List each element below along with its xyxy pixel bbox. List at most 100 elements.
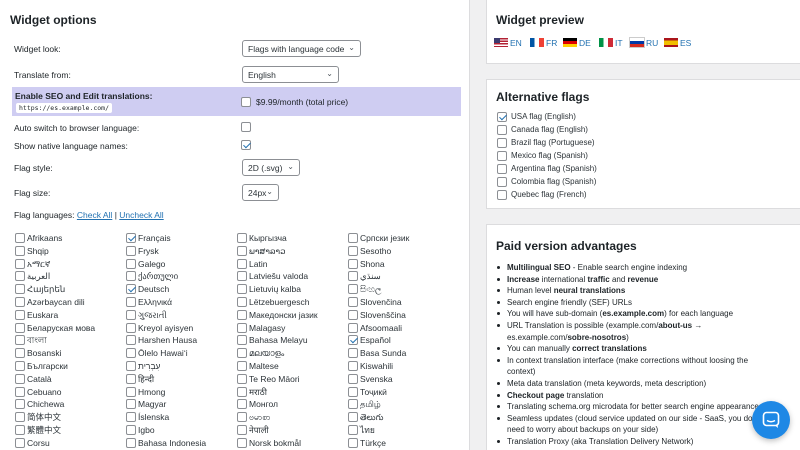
language-checkbox[interactable]: [126, 373, 136, 384]
language-checkbox[interactable]: [237, 386, 247, 397]
flag-size-select[interactable]: 24px ⌄: [242, 184, 279, 201]
language-checkbox[interactable]: [348, 284, 358, 295]
language-checkbox[interactable]: [15, 258, 25, 269]
language-checkbox[interactable]: [237, 271, 247, 282]
language-checkbox[interactable]: [237, 412, 247, 423]
alternative-flag-checkbox[interactable]: [497, 177, 507, 187]
preview-flag-en[interactable]: EN: [494, 38, 522, 48]
auto-switch-checkbox[interactable]: [241, 122, 251, 132]
alternative-flag-checkbox[interactable]: [497, 125, 507, 135]
language-checkbox[interactable]: [348, 373, 358, 384]
language-checkbox[interactable]: [15, 309, 25, 320]
alternative-flag-checkbox[interactable]: [497, 112, 507, 122]
alternative-flag-checkbox[interactable]: [497, 164, 507, 174]
language-checkbox[interactable]: [15, 335, 25, 346]
language-checkbox[interactable]: [348, 425, 358, 435]
language-checkbox[interactable]: [126, 297, 136, 307]
language-name: Norsk bokmål: [249, 437, 301, 448]
language-checkbox[interactable]: [237, 233, 247, 243]
language-checkbox[interactable]: [126, 412, 136, 423]
language-checkbox[interactable]: [237, 335, 247, 346]
language-checkbox[interactable]: [126, 284, 136, 295]
language-checkbox[interactable]: [237, 373, 247, 384]
language-name: Bahasa Indonesia: [138, 437, 207, 448]
language-checkbox[interactable]: [237, 309, 247, 320]
language-checkbox[interactable]: [126, 233, 136, 243]
chat-button[interactable]: [752, 401, 790, 439]
preview-flag-it[interactable]: IT: [599, 38, 623, 48]
language-checkbox[interactable]: [237, 437, 247, 448]
language-checkbox[interactable]: [348, 335, 358, 346]
language-checkbox[interactable]: [348, 437, 358, 448]
language-checkbox[interactable]: [126, 399, 136, 410]
language-checkbox[interactable]: [15, 361, 25, 371]
alternative-flag-checkbox[interactable]: [497, 138, 507, 148]
language-checkbox[interactable]: [237, 425, 247, 435]
language-checkbox[interactable]: [126, 245, 136, 256]
seo-checkbox[interactable]: [241, 97, 251, 107]
language-checkbox[interactable]: [15, 348, 25, 359]
translate-from-select[interactable]: English ⌄: [242, 66, 339, 83]
paid-advantage-item: You can manually correct translations: [497, 343, 787, 354]
language-checkbox[interactable]: [15, 399, 25, 410]
language-checkbox[interactable]: [126, 361, 136, 371]
language-checkbox[interactable]: [348, 258, 358, 269]
language-checkbox[interactable]: [237, 322, 247, 333]
language-checkbox[interactable]: [348, 399, 358, 410]
language-checkbox[interactable]: [15, 233, 25, 243]
language-checkbox[interactable]: [126, 271, 136, 282]
paid-advantage-item: Meta data translation (meta keywords, me…: [497, 378, 787, 389]
language-checkbox[interactable]: [237, 399, 247, 410]
language-checkbox[interactable]: [237, 245, 247, 256]
flag-style-select[interactable]: 2D (.svg) ⌄: [242, 159, 300, 176]
language-checkbox[interactable]: [348, 361, 358, 371]
native-names-checkbox[interactable]: [241, 140, 251, 150]
language-checkbox[interactable]: [348, 348, 358, 359]
language-checkbox[interactable]: [15, 412, 25, 423]
paid-advantage-item: Translating schema.org microdata for bet…: [497, 401, 787, 412]
language-checkbox[interactable]: [237, 284, 247, 295]
language-checkbox[interactable]: [15, 322, 25, 333]
preview-flag-es[interactable]: ES: [664, 38, 691, 48]
language-checkbox[interactable]: [237, 258, 247, 269]
language-checkbox[interactable]: [348, 297, 358, 307]
check-all-link[interactable]: Check All: [77, 210, 112, 220]
language-name: Afrikaans: [27, 233, 63, 243]
language-checkbox[interactable]: [15, 245, 25, 256]
language-name: Кыргызча: [249, 233, 287, 243]
language-checkbox[interactable]: [348, 386, 358, 397]
language-checkbox[interactable]: [15, 425, 25, 435]
language-checkbox[interactable]: [15, 297, 25, 307]
language-checkbox[interactable]: [348, 233, 358, 243]
language-checkbox[interactable]: [348, 322, 358, 333]
widget-look-select[interactable]: Flags with language code ⌄: [242, 40, 361, 57]
chevron-down-icon: ⌄: [326, 69, 333, 78]
language-checkbox[interactable]: [126, 348, 136, 359]
language-checkbox[interactable]: [126, 322, 136, 333]
language-checkbox[interactable]: [348, 271, 358, 282]
language-checkbox[interactable]: [15, 271, 25, 282]
language-checkbox[interactable]: [237, 297, 247, 307]
language-checkbox[interactable]: [126, 335, 136, 346]
language-checkbox[interactable]: [237, 348, 247, 359]
preview-flag-ru[interactable]: RU: [629, 37, 658, 48]
language-checkbox[interactable]: [348, 245, 358, 256]
language-checkbox[interactable]: [126, 425, 136, 435]
language-checkbox[interactable]: [237, 361, 247, 371]
language-checkbox[interactable]: [15, 373, 25, 384]
language-checkbox[interactable]: [15, 437, 25, 448]
language-checkbox[interactable]: [15, 386, 25, 397]
preview-flag-fr[interactable]: FR: [530, 38, 557, 48]
alternative-flag-checkbox[interactable]: [497, 151, 507, 161]
language-checkbox[interactable]: [126, 437, 136, 448]
language-checkbox[interactable]: [126, 386, 136, 397]
language-checkbox[interactable]: [126, 258, 136, 269]
alternative-flag-checkbox[interactable]: [497, 190, 507, 200]
language-name: Lëtzebuergesch: [249, 297, 310, 307]
language-checkbox[interactable]: [15, 284, 25, 295]
preview-flag-de[interactable]: DE: [563, 38, 591, 48]
uncheck-all-link[interactable]: Uncheck All: [119, 210, 163, 220]
language-checkbox[interactable]: [126, 309, 136, 320]
language-checkbox[interactable]: [348, 412, 358, 423]
language-checkbox[interactable]: [348, 309, 358, 320]
